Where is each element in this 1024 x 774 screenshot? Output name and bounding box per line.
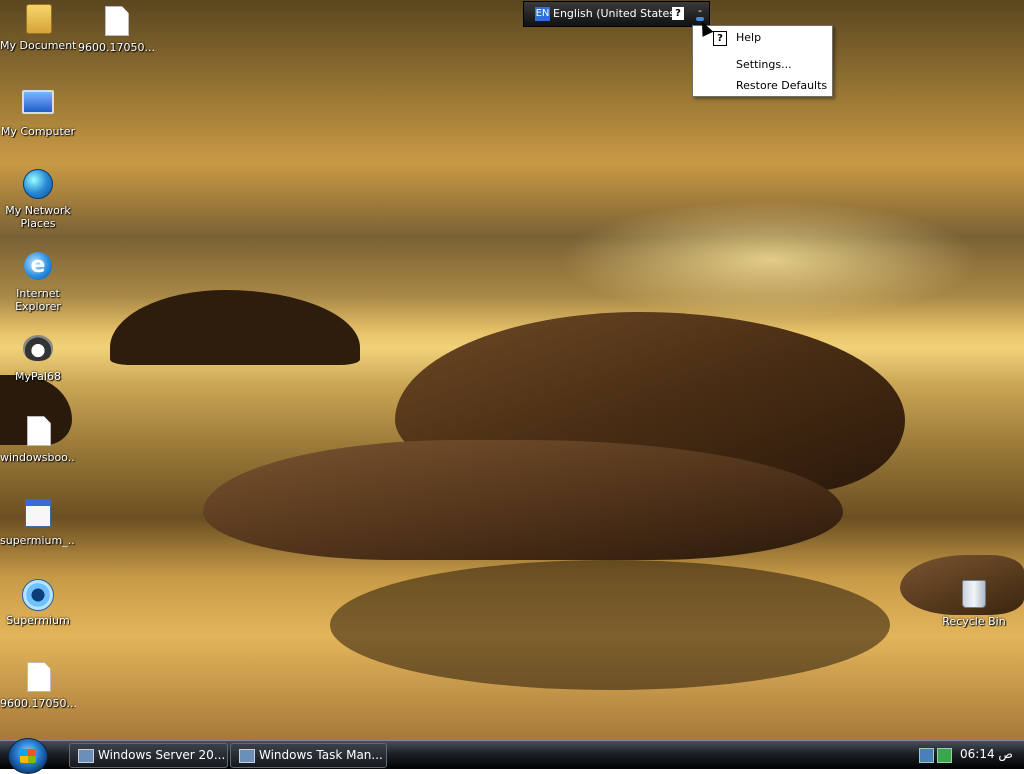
computer-icon [22, 90, 54, 122]
language-bar-context-menu: ? Help Settings... Restore Defaults [692, 25, 833, 97]
icon-label: Supermium [6, 614, 70, 627]
icon-label: windowsboo... [0, 451, 76, 464]
server-icon [78, 749, 94, 763]
icon-label: Internet Explorer [15, 287, 61, 313]
desktop-icon-recycle-bin[interactable]: Recycle Bin [936, 577, 1012, 628]
desktop-icon-internet-explorer[interactable]: e Internet Explorer [0, 250, 76, 313]
icon-label: My Documents [0, 39, 76, 52]
taskbar-button-windows-server[interactable]: Windows Server 20... [69, 743, 228, 768]
taskbar: Windows Server 20... Windows Task Man...… [0, 738, 1024, 774]
menu-item-help[interactable]: Help [736, 31, 761, 44]
tray-network-icon[interactable] [919, 748, 934, 763]
network-globe-icon [22, 169, 54, 201]
clock[interactable]: 06:14 ص [960, 747, 1013, 761]
desktop-icon-file-9600-top[interactable]: 9600.17050.... [78, 4, 154, 54]
start-button[interactable] [8, 738, 48, 774]
icon-label: 9600.17050.... [78, 41, 154, 54]
task-manager-icon [239, 749, 255, 763]
desktop-icon-file-9600-bottom[interactable]: 9600.17050.... [0, 660, 76, 710]
language-bar[interactable]: EN English (United States) ? - [523, 1, 710, 27]
task-label: Windows Task Man... [259, 748, 383, 762]
rock-reflection [330, 560, 890, 690]
icon-label: 9600.17050.... [0, 697, 76, 710]
help-icon: ? [713, 31, 727, 46]
raccoon-icon [22, 335, 54, 367]
language-name[interactable]: English (United States) [553, 7, 679, 20]
windows-logo-icon [20, 749, 36, 763]
menu-item-restore-defaults[interactable]: Restore Defaults [736, 79, 827, 92]
desktop-icon-supermium-installer[interactable]: supermium_... [0, 496, 76, 547]
icon-label: MyPal68 [15, 370, 61, 383]
icon-label: My Network Places [5, 204, 71, 230]
language-code-badge[interactable]: EN [535, 7, 550, 21]
file-icon [22, 662, 54, 694]
menu-item-settings[interactable]: Settings... [736, 58, 792, 71]
desktop[interactable]: My Documents 9600.17050.... My Computer … [0, 0, 1024, 740]
folder-icon [22, 4, 54, 36]
file-icon [100, 6, 132, 38]
installer-icon [22, 499, 54, 531]
ie-icon: e [22, 252, 54, 284]
icon-label: My Computer [0, 125, 76, 138]
tray-security-icon[interactable] [937, 748, 952, 763]
distant-rock [110, 290, 360, 365]
icon-label: Recycle Bin [942, 615, 1006, 628]
system-tray: 06:14 ص [912, 741, 1024, 769]
icon-label: supermium_... [0, 534, 76, 547]
sun-glow [560, 200, 980, 320]
desktop-icon-my-computer[interactable]: My Computer [0, 86, 76, 138]
taskbar-button-task-manager[interactable]: Windows Task Man... [230, 743, 387, 768]
minimize-icon: - [698, 4, 702, 17]
desktop-icon-mypal68[interactable]: MyPal68 [0, 332, 76, 383]
desktop-icon-windowsboot-file[interactable]: windowsboo... [0, 414, 76, 464]
help-icon[interactable]: ? [672, 7, 684, 20]
task-label: Windows Server 20... [98, 748, 226, 762]
supermium-icon [22, 579, 54, 611]
file-icon [22, 416, 54, 448]
desktop-icon-my-documents[interactable]: My Documents [0, 4, 76, 52]
desktop-icon-my-network-places[interactable]: My Network Places [0, 167, 76, 230]
recycle-bin-icon [958, 580, 990, 612]
desktop-icon-supermium[interactable]: Supermium [0, 578, 76, 627]
